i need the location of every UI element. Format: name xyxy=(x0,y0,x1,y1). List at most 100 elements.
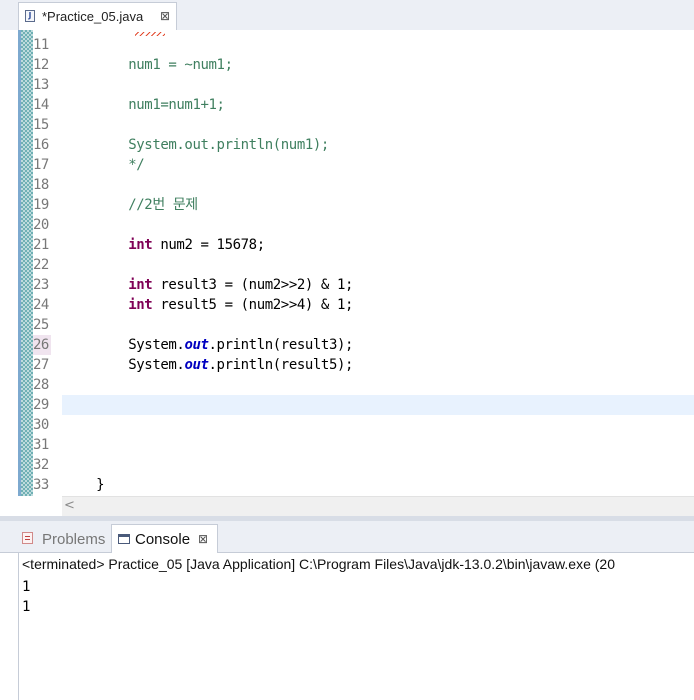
code-line[interactable]: 15 xyxy=(0,115,694,135)
line-number: 28 xyxy=(33,377,49,393)
close-icon[interactable]: ⊠ xyxy=(198,532,208,546)
console-output: 1 1 xyxy=(22,577,30,617)
code-token: num1 = ~num1; xyxy=(64,57,233,73)
code-text: int num2 = 15678; xyxy=(64,235,265,255)
code-token: System. xyxy=(64,357,185,373)
line-number: 16 xyxy=(33,137,49,153)
code-token: int xyxy=(128,277,153,293)
code-token: .println(result3); xyxy=(208,337,354,353)
java-file-icon: J xyxy=(25,10,35,22)
line-number: 30 xyxy=(33,417,49,433)
code-text: System.out.println(result3); xyxy=(64,335,353,355)
line-number: 18 xyxy=(33,177,49,193)
code-token: out xyxy=(184,357,209,373)
line-number: 17 xyxy=(33,157,49,173)
code-line[interactable]: 20 xyxy=(0,215,694,235)
line-number: 21 xyxy=(33,237,49,253)
code-text: } xyxy=(64,475,104,495)
code-line[interactable]: 19 //2번 문제 xyxy=(0,195,694,215)
line-number: 27 xyxy=(33,357,49,373)
line-number: 14 xyxy=(33,97,49,113)
line-number: 29 xyxy=(33,397,49,413)
line-number: 15 xyxy=(33,117,49,133)
console-icon xyxy=(118,534,130,544)
line-number: 32 xyxy=(33,457,49,473)
tab-console-label: Console xyxy=(135,531,191,548)
code-lines[interactable]: 11 12 num1 = ~num1; 13 14 num1=num1+1; 15 16 … xyxy=(0,35,694,495)
line-number: 13 xyxy=(33,77,49,93)
code-token: //2번 문제 xyxy=(64,197,198,213)
code-line[interactable]: 25 xyxy=(0,315,694,335)
code-line[interactable]: 22 xyxy=(0,255,694,275)
line-number: 24 xyxy=(33,297,49,313)
code-token: int xyxy=(128,297,153,313)
code-line[interactable]: 27 System.out.println(result5); xyxy=(0,355,694,375)
code-line[interactable]: 29 xyxy=(0,395,694,415)
code-line[interactable]: 30 xyxy=(0,415,694,435)
code-line[interactable]: 21 int num2 = 15678; xyxy=(0,235,694,255)
code-token: */ xyxy=(64,157,145,173)
code-line[interactable]: 26 System.out.println(result3); xyxy=(0,335,694,355)
line-number: 22 xyxy=(33,257,49,273)
scroll-left-icon[interactable]: < xyxy=(64,498,75,513)
code-text: //2번 문제 xyxy=(64,195,198,215)
tab-problems-label: Problems xyxy=(42,531,106,548)
code-token: System.out.println(num1); xyxy=(64,137,329,153)
line-number: 19 xyxy=(33,197,49,213)
code-line[interactable]: 18 xyxy=(0,175,694,195)
panel-tab-bar: Problems Console ⊠ xyxy=(0,521,694,553)
code-token: int xyxy=(128,237,153,253)
code-token: out xyxy=(184,337,209,353)
console-output-line: 1 xyxy=(22,599,31,615)
code-line[interactable]: 32 xyxy=(0,455,694,475)
line-number: 25 xyxy=(33,317,49,333)
code-editor[interactable]: 11 12 num1 = ~num1; 13 14 num1=num1+1; 15 16 … xyxy=(0,30,694,496)
line-number: 26 xyxy=(33,335,51,355)
code-line[interactable]: 24 int result5 = (num2>>4) & 1; xyxy=(0,295,694,315)
code-line[interactable]: 33 } xyxy=(0,475,694,495)
code-text: num1 = ~num1; xyxy=(64,55,233,75)
console-output-line: 1 xyxy=(22,579,31,595)
code-line[interactable]: 23 int result3 = (num2>>2) & 1; xyxy=(0,275,694,295)
code-text: System.out.println(result5); xyxy=(64,355,353,375)
line-number: 12 xyxy=(33,57,49,73)
tab-problems[interactable]: Problems xyxy=(20,525,112,552)
code-text: */ xyxy=(64,155,144,175)
code-line[interactable]: 11 xyxy=(0,35,694,55)
line-number: 33 xyxy=(33,477,49,493)
editor-tab-practice-05[interactable]: J *Practice_05.java ⊠ xyxy=(18,2,177,30)
code-text: int result3 = (num2>>2) & 1; xyxy=(64,275,353,295)
problems-icon xyxy=(22,532,33,544)
code-token: result3 = (num2>>2) & 1; xyxy=(152,277,354,293)
console-status-header: <terminated> Practice_05 [Java Applicati… xyxy=(22,556,615,572)
code-line[interactable]: 28 xyxy=(0,375,694,395)
code-line[interactable]: 17 */ xyxy=(0,155,694,175)
code-text: num1=num1+1; xyxy=(64,95,225,115)
code-text: int result5 = (num2>>4) & 1; xyxy=(64,295,353,315)
code-line[interactable]: 16 System.out.println(num1); xyxy=(0,135,694,155)
line-number: 31 xyxy=(33,437,49,453)
console-left-border xyxy=(18,553,19,700)
code-line[interactable]: 14 num1=num1+1; xyxy=(0,95,694,115)
line-number: 20 xyxy=(33,217,49,233)
code-line[interactable]: 31 xyxy=(0,435,694,455)
tab-console[interactable]: Console ⊠ xyxy=(111,524,218,553)
code-token: System. xyxy=(64,337,185,353)
code-token: result5 = (num2>>4) & 1; xyxy=(152,297,354,313)
editor-tab-title: *Practice_05.java xyxy=(42,9,144,24)
code-text: System.out.println(num1); xyxy=(64,135,329,155)
code-token: .println(result5); xyxy=(208,357,354,373)
editor-horizontal-scrollbar[interactable]: < xyxy=(62,496,694,516)
line-number: 11 xyxy=(33,37,49,53)
line-number: 23 xyxy=(33,277,49,293)
console-view[interactable]: <terminated> Practice_05 [Java Applicati… xyxy=(0,553,694,700)
code-token: num1=num1+1; xyxy=(64,97,225,113)
code-line[interactable]: 13 xyxy=(0,75,694,95)
close-icon[interactable]: ⊠ xyxy=(160,9,170,23)
code-token: } xyxy=(64,477,105,493)
code-line[interactable]: 12 num1 = ~num1; xyxy=(0,55,694,75)
code-token: num2 = 15678; xyxy=(152,237,265,253)
